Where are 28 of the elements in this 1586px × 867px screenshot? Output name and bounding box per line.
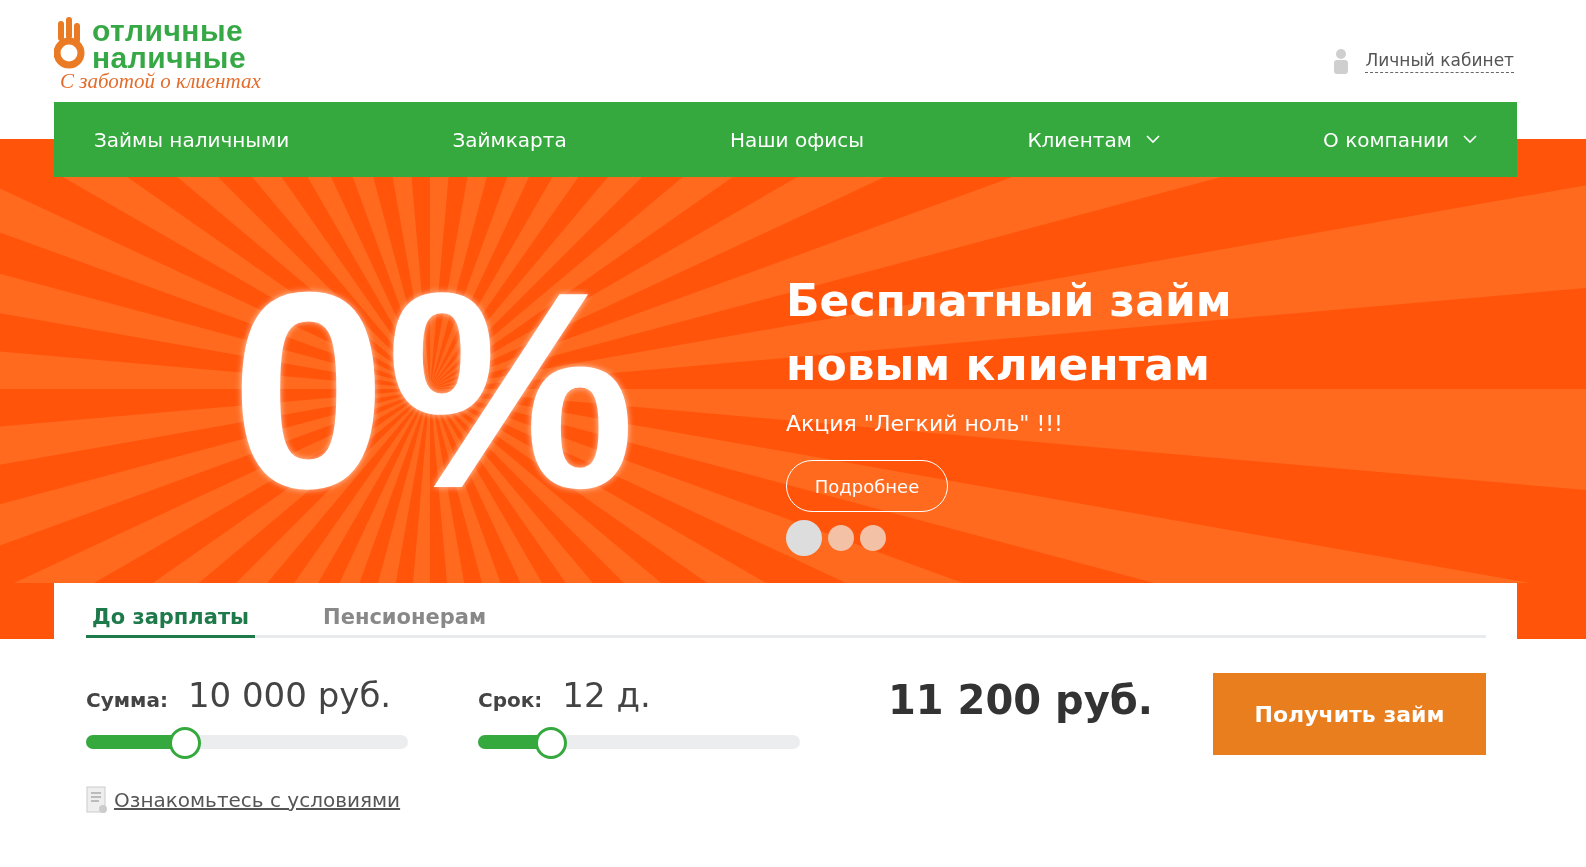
logo-text: наличные <box>92 43 247 71</box>
slider-thumb[interactable] <box>168 727 201 759</box>
total-amount: 11 200 руб. <box>888 677 1153 723</box>
document-icon <box>86 786 108 814</box>
banner-title: Бесплатный займ <box>786 274 1232 328</box>
promo-graphic-text: 0% <box>229 250 637 530</box>
slider-track[interactable] <box>478 726 800 758</box>
user-icon <box>1333 48 1350 74</box>
nav-item[interactable]: Наши офисы <box>729 127 865 152</box>
slider-label: Срок: <box>478 688 543 712</box>
slider-value: 12 д. <box>562 675 651 715</box>
slider-value: 10 000 руб. <box>187 675 392 715</box>
slider-track[interactable] <box>86 726 408 758</box>
banner-title: новым клиентам <box>786 338 1211 392</box>
slider-label: Сумма: <box>86 688 168 712</box>
terms-link[interactable]: Ознакомьтесь с условиями <box>114 788 401 812</box>
nav-item[interactable]: Займы наличными <box>94 127 290 152</box>
nav-item[interactable]: Займкарта <box>452 127 567 152</box>
tab[interactable]: До зарплаты <box>86 604 256 638</box>
logo-text: отличные <box>92 16 245 44</box>
get-loan-button[interactable]: Получить займ <box>1213 673 1486 755</box>
account-link[interactable]: Личный кабинет <box>1365 49 1514 73</box>
slider-thumb[interactable] <box>534 727 567 759</box>
tab[interactable]: Пенсионерам <box>317 604 493 638</box>
nav-item[interactable]: О компании <box>1323 127 1477 152</box>
nav-item[interactable]: Клиентам <box>1027 127 1160 152</box>
banner-subtitle: Акция "Легкий ноль" !!! <box>786 411 1064 436</box>
logo-tagline: С заботой о клиентах <box>60 68 261 94</box>
